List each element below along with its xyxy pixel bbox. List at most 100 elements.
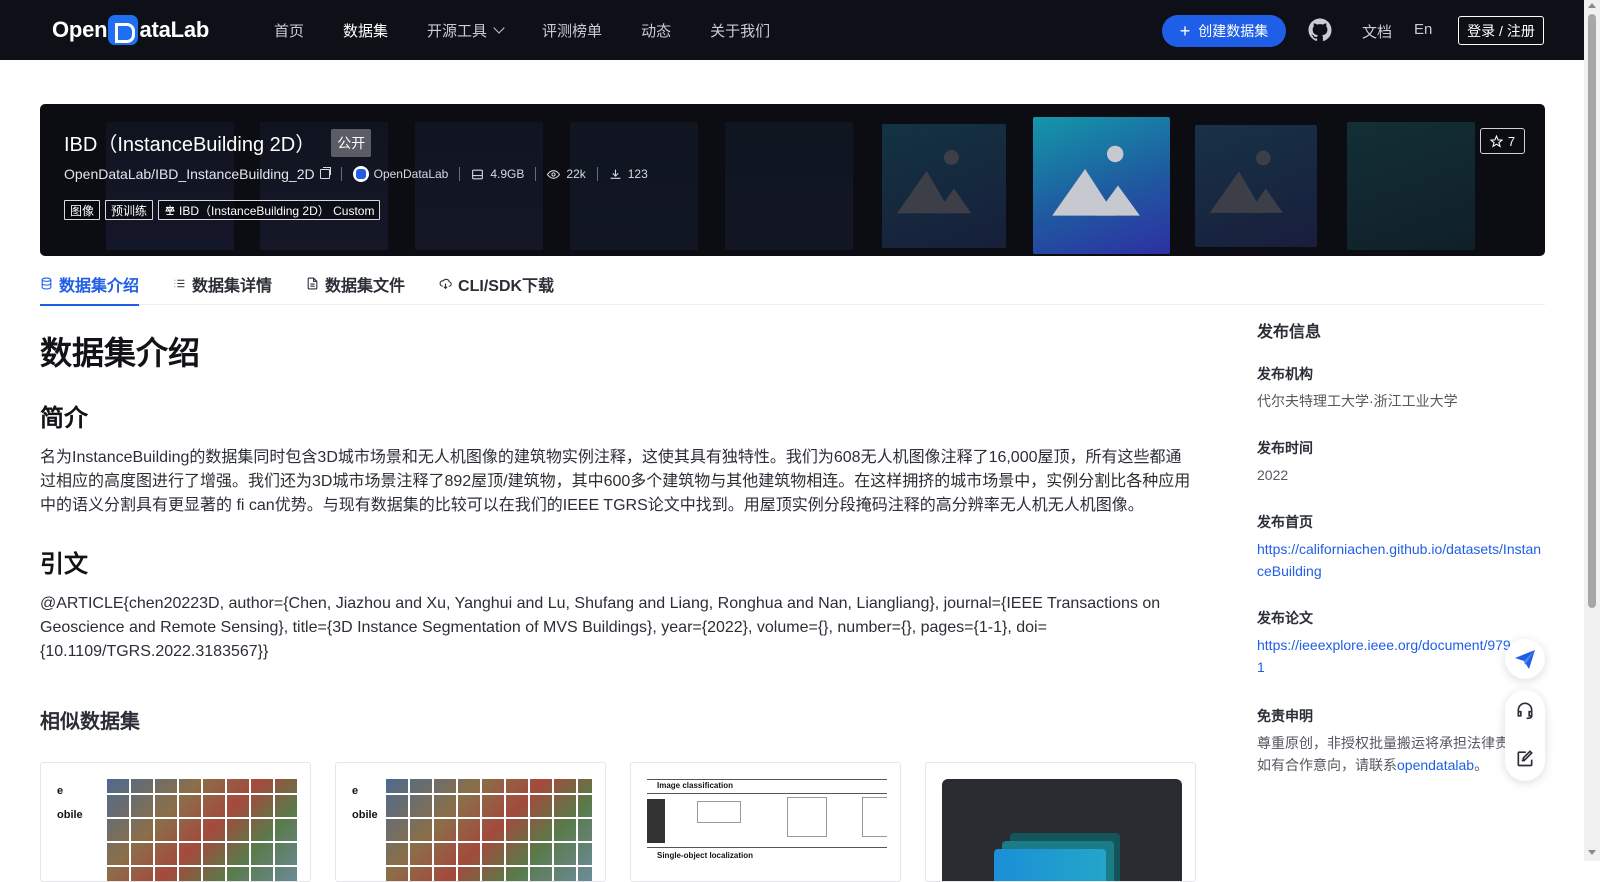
similar-dataset-card[interactable] <box>925 762 1196 882</box>
hero-thumbnail <box>725 122 853 250</box>
create-dataset-button[interactable]: + 创建数据集 <box>1162 15 1286 47</box>
logo-text-open: Open <box>52 17 108 42</box>
nav-home[interactable]: 首页 <box>274 20 304 41</box>
dataset-path: OpenDataLab/IBD_InstanceBuilding_2D <box>64 166 315 182</box>
tab-cli-sdk[interactable]: CLI/SDK下载 <box>439 262 554 305</box>
hero-thumbnail <box>882 124 1006 248</box>
edit-note-icon[interactable] <box>1515 748 1535 768</box>
nav-docs[interactable]: 文档 <box>1362 21 1392 42</box>
disclaimer-label: 免责申明 <box>1257 708 1313 724</box>
license-tag[interactable]: IBD（InstanceBuilding 2D） Custom <box>158 200 381 220</box>
divider <box>459 167 461 181</box>
dataset-size: 4.9GB <box>471 167 524 181</box>
opendatalab-logo[interactable]: Open ataLab <box>52 14 209 46</box>
divider <box>340 167 342 181</box>
disclaimer-suffix: 。 <box>1474 757 1489 773</box>
homepage-label: 发布首页 <box>1257 514 1313 530</box>
card-thumbnail: e obile <box>352 779 592 881</box>
dataset-hero-banner: IBD（InstanceBuilding 2D） 公开 7 OpenDataLa… <box>40 104 1545 256</box>
logo-d-icon <box>108 15 139 45</box>
card-thumbnail: Image classification Single-object local… <box>647 779 887 881</box>
divider <box>535 167 537 181</box>
nav-leaderboard[interactable]: 评测榜单 <box>542 20 602 41</box>
similar-dataset-card[interactable]: e obile <box>40 762 311 882</box>
login-register-button[interactable]: 登录 / 注册 <box>1458 16 1544 45</box>
nav-datasets[interactable]: 数据集 <box>343 20 388 41</box>
star-count: 7 <box>1507 133 1516 149</box>
card-text-fragment: obile <box>57 809 83 821</box>
language-switch[interactable]: En <box>1414 21 1432 38</box>
card-text-fragment: e <box>352 785 359 797</box>
plus-icon: + <box>1179 21 1191 41</box>
nav-about[interactable]: 关于我们 <box>710 20 770 41</box>
views-value: 22k <box>566 167 586 181</box>
headset-icon[interactable] <box>1515 700 1535 720</box>
tab-files-label: 数据集文件 <box>325 277 406 295</box>
scroll-down-arrow-icon[interactable] <box>1588 850 1596 855</box>
download-count: 123 <box>609 167 648 181</box>
hero-thumbnail <box>1347 122 1475 250</box>
star-button[interactable]: 7 <box>1480 128 1525 154</box>
dataset-title: IBD（InstanceBuilding 2D） <box>64 134 316 156</box>
disclaimer-text-1: 尊重原创，非授权批量搬运将承担法律责 <box>1257 735 1509 751</box>
tab-details[interactable]: 数据集详情 <box>173 262 272 305</box>
file-icon <box>307 277 318 290</box>
tab-introduction[interactable]: 数据集介绍 <box>40 262 140 306</box>
license-text: IBD（InstanceBuilding 2D） Custom <box>179 203 375 218</box>
homepage-link[interactable]: https://californiachen.github.io/dataset… <box>1257 538 1545 582</box>
publish-time-label: 发布时间 <box>1257 440 1313 456</box>
publisher-label: 发布机构 <box>1257 366 1313 382</box>
scrollbar-thumb[interactable] <box>1588 14 1596 608</box>
nav-news[interactable]: 动态 <box>641 20 671 41</box>
tab-cli-sdk-label: CLI/SDK下载 <box>458 277 555 295</box>
citation-heading: 引文 <box>40 551 88 578</box>
hero-title-row: IBD（InstanceBuilding 2D） 公开 <box>64 128 372 157</box>
hero-thumbnail-selected <box>1033 117 1170 254</box>
hero-thumbnail <box>1195 125 1317 247</box>
tags-row: 图像 预训练 IBD（InstanceBuilding 2D） Custom <box>64 200 385 220</box>
list-icon <box>174 279 185 288</box>
github-icon[interactable] <box>1308 18 1332 42</box>
dataset-meta-row: OpenDataLab/IBD_InstanceBuilding_2D Open… <box>64 166 648 182</box>
page-title: 数据集介绍 <box>40 335 201 371</box>
paper-plane-icon <box>1515 650 1535 669</box>
nav-open-tools-label: 开源工具 <box>427 22 488 40</box>
feedback-float-button[interactable] <box>1505 639 1545 679</box>
scroll-up-arrow-icon[interactable] <box>1588 3 1596 8</box>
card-text-fragment: e <box>57 785 64 797</box>
float-action-group <box>1505 690 1545 781</box>
tab-files[interactable]: 数据集文件 <box>306 262 405 305</box>
chevron-down-icon <box>493 22 505 34</box>
intro-text: 名为InstanceBuilding的数据集同时包含3D城市场景和无人机图像的建… <box>40 449 1191 514</box>
nav-open-tools[interactable]: 开源工具 <box>427 20 505 41</box>
tab-details-label: 数据集详情 <box>192 277 273 295</box>
copy-icon[interactable] <box>319 167 331 179</box>
intro-heading: 简介 <box>40 405 88 432</box>
dataset-tabs: 数据集介绍 数据集详情 数据集文件 CLI/SDK下载 <box>40 262 1545 306</box>
paper-label: 发布论文 <box>1257 610 1313 626</box>
paper-link[interactable]: https://ieeexplore.ieee.org/document/979… <box>1257 637 1511 675</box>
tag-pretrain[interactable]: 预训练 <box>105 200 154 220</box>
paper-link-wrapper: https://ieeexplore.ieee.org/document/979… <box>1257 634 1517 678</box>
image-grid <box>386 779 592 881</box>
card-thumbnail <box>942 779 1182 881</box>
org-avatar <box>352 166 369 182</box>
top-nav: Open ataLab 首页 数据集 开源工具 评测榜单 动态 关于我们 + 创… <box>0 0 1584 60</box>
similar-dataset-card[interactable]: Image classification Single-object local… <box>630 762 901 882</box>
similar-datasets-heading: 相似数据集 <box>40 711 140 733</box>
main-nav: 首页 数据集 开源工具 评测榜单 动态 关于我们 <box>274 0 809 60</box>
page-scrollbar[interactable] <box>1584 0 1600 861</box>
logo-text-datalab: ataLab <box>139 17 210 42</box>
org-link[interactable]: OpenDataLab <box>352 166 448 182</box>
image-grid <box>107 779 297 881</box>
contact-link[interactable]: opendatalab <box>1397 757 1474 773</box>
create-dataset-label: 创建数据集 <box>1198 23 1269 39</box>
card-thumbnail: e obile <box>57 779 297 881</box>
tag-image[interactable]: 图像 <box>64 200 101 220</box>
publish-info-sidebar: 发布信息 发布机构 代尔夫特理工大学·浙江工业大学 发布时间 2022 发布首页… <box>1257 318 1547 773</box>
publish-time-value: 2022 <box>1257 467 1289 483</box>
similar-dataset-card[interactable]: e obile <box>335 762 606 882</box>
divider <box>596 167 598 181</box>
eye-icon <box>547 169 561 179</box>
hero-thumbnail <box>570 122 698 250</box>
